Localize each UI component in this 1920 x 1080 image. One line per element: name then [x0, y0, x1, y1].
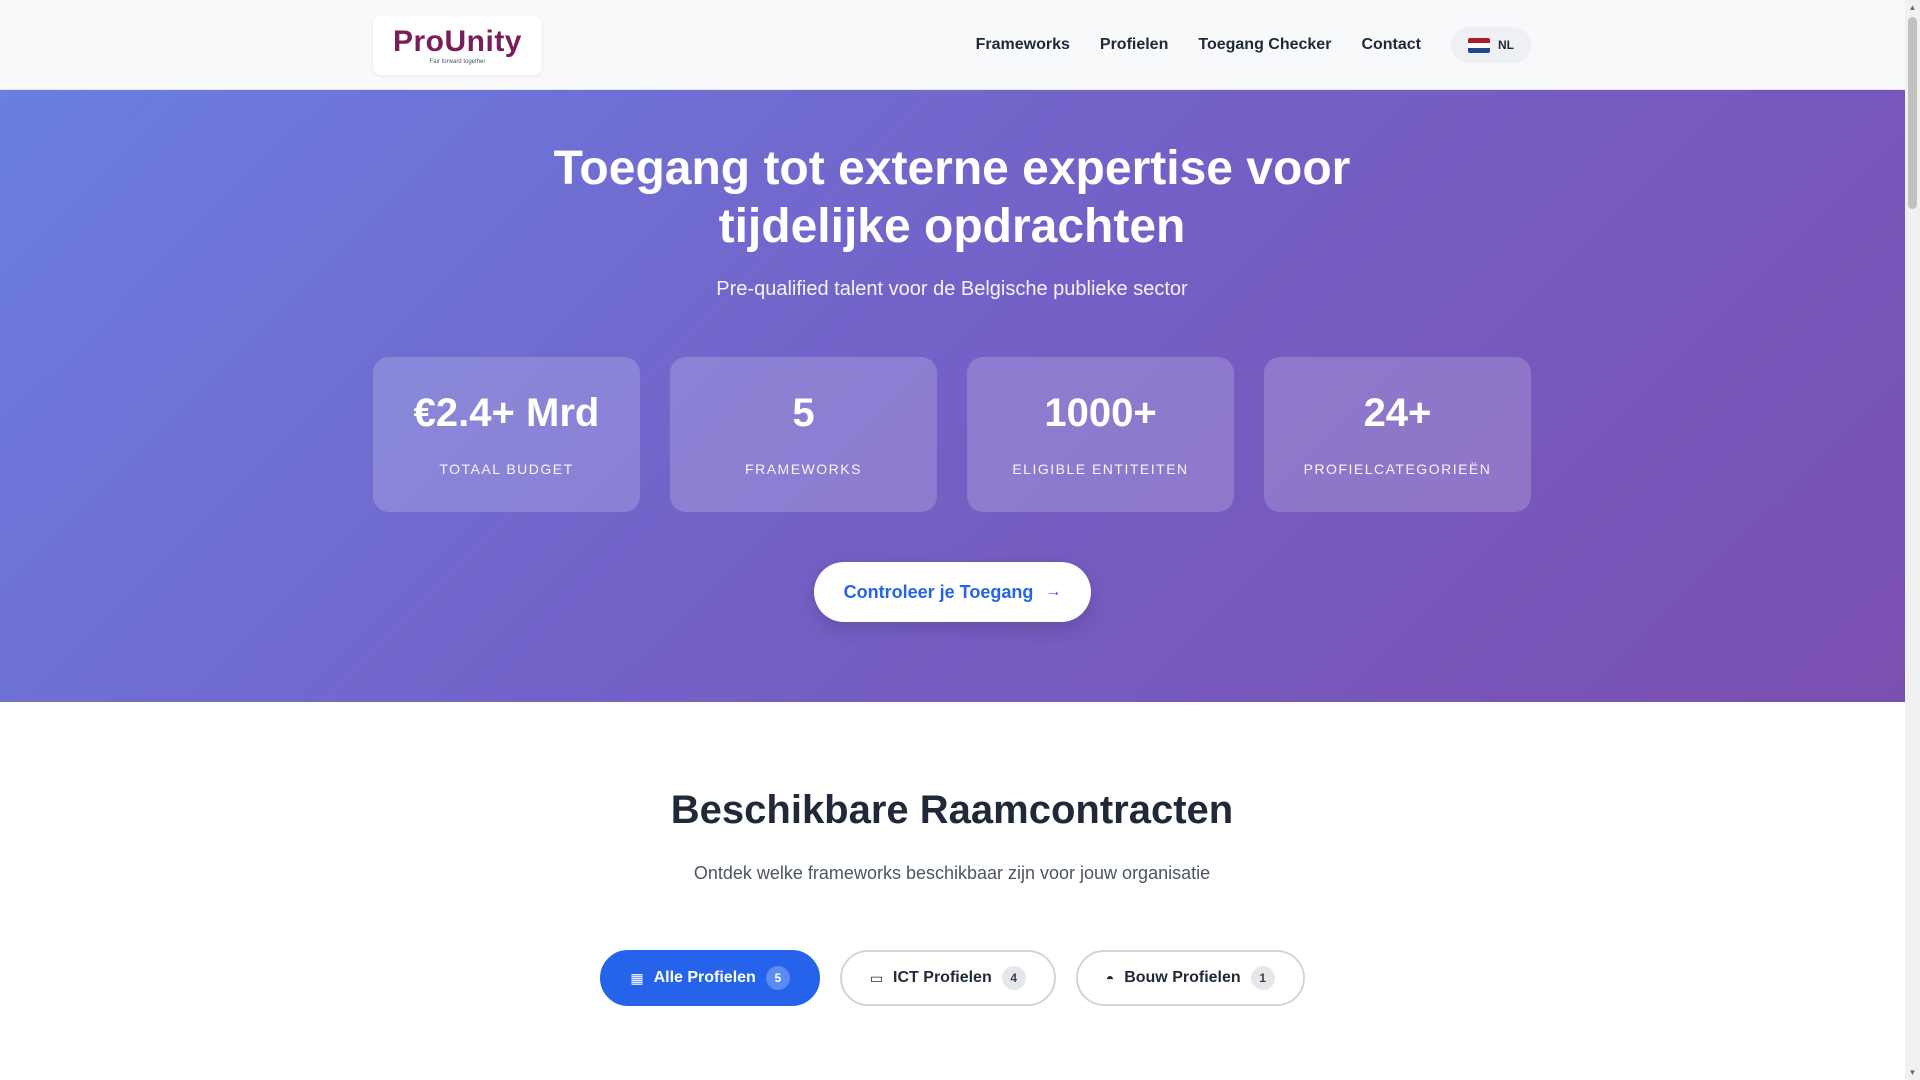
filter-count-badge: 1 — [1250, 966, 1275, 990]
stat-label: PROFIELCATEGORIEËN — [1303, 460, 1492, 477]
stat-value: 1000+ — [1044, 390, 1157, 435]
hero-section: Toegang tot externe expertise voor tijde… — [0, 90, 1905, 702]
stat-label: FRAMEWORKS — [745, 460, 862, 477]
filter-count-badge: 5 — [765, 966, 790, 990]
stat-label: TOTAAL BUDGET — [439, 460, 574, 477]
filter-label: Bouw Profielen — [1124, 969, 1241, 986]
language-label: NL — [1498, 38, 1514, 52]
stat-card-entities: 1000+ ELIGIBLE ENTITEITEN — [967, 357, 1234, 512]
prounity-logo[interactable]: ProUnity Fair forward together — [373, 16, 542, 75]
filter-count-badge: 4 — [1001, 966, 1026, 990]
stat-card-profile-categories: 24+ PROFIELCATEGORIEËN — [1264, 357, 1531, 512]
stat-card-frameworks: 5 FRAMEWORKS — [670, 357, 937, 512]
site-header: ProUnity Fair forward together Framework… — [0, 0, 1905, 90]
filter-label: Alle Profielen — [653, 969, 756, 986]
scroll-down-icon[interactable]: ▼ — [1905, 1065, 1920, 1080]
scrollbar-thumb[interactable] — [1908, 17, 1917, 209]
stat-card-budget: €2.4+ Mrd TOTAAL BUDGET — [373, 357, 640, 512]
language-selector[interactable]: NL — [1451, 27, 1531, 63]
scroll-up-icon[interactable]: ▲ — [1905, 0, 1920, 15]
filter-construction-profiles[interactable]: ◓ Bouw Profielen 1 — [1075, 950, 1305, 1006]
stat-value: 5 — [792, 390, 815, 435]
logo-wordmark: ProUnity — [392, 24, 522, 58]
stat-value: 24+ — [1363, 390, 1432, 435]
nav-link-frameworks[interactable]: Frameworks — [976, 36, 1070, 54]
hero-title: Toegang tot externe expertise voor tijde… — [553, 142, 1351, 253]
nav-link-contact[interactable]: Contact — [1361, 36, 1421, 54]
main-nav: Frameworks Profielen Toegang Checker Con… — [946, 0, 1531, 90]
section-title: Beschikbare Raamcontracten — [670, 788, 1234, 832]
stat-value: €2.4+ Mrd — [413, 390, 600, 435]
check-access-button[interactable]: Controleer je Toegang → — [814, 562, 1091, 622]
nav-link-toegang-checker[interactable]: Toegang Checker — [1198, 36, 1331, 54]
grid-icon: ▦ — [630, 969, 644, 986]
hardhat-icon: ◓ — [1105, 970, 1115, 986]
logo-tagline: Fair forward together — [429, 58, 486, 65]
hero-subtitle: Pre-qualified talent voor de Belgische p… — [716, 278, 1188, 300]
nav-link-profielen[interactable]: Profielen — [1100, 36, 1168, 54]
arrow-right-icon: → — [1045, 583, 1062, 600]
filter-ict-profiles[interactable]: ▭ ICT Profielen 4 — [839, 950, 1056, 1006]
filter-all-profiles[interactable]: ▦ Alle Profielen 5 — [600, 950, 820, 1006]
stats-row: €2.4+ Mrd TOTAAL BUDGET 5 FRAMEWORKS 100… — [373, 357, 1533, 512]
filter-label: ICT Profielen — [893, 969, 992, 986]
laptop-icon: ▭ — [869, 969, 884, 986]
section-subtitle: Ontdek welke frameworks beschikbaar zijn… — [693, 863, 1211, 883]
profile-filter-tabs: ▦ Alle Profielen 5 ▭ ICT Profielen 4 ◓ B… — [0, 950, 1905, 1006]
page-scrollbar[interactable]: ▲ ▼ — [1905, 0, 1920, 1080]
netherlands-flag-icon — [1468, 37, 1490, 53]
cta-label: Controleer je Toegang — [843, 581, 1034, 602]
stat-label: ELIGIBLE ENTITEITEN — [1012, 460, 1189, 477]
